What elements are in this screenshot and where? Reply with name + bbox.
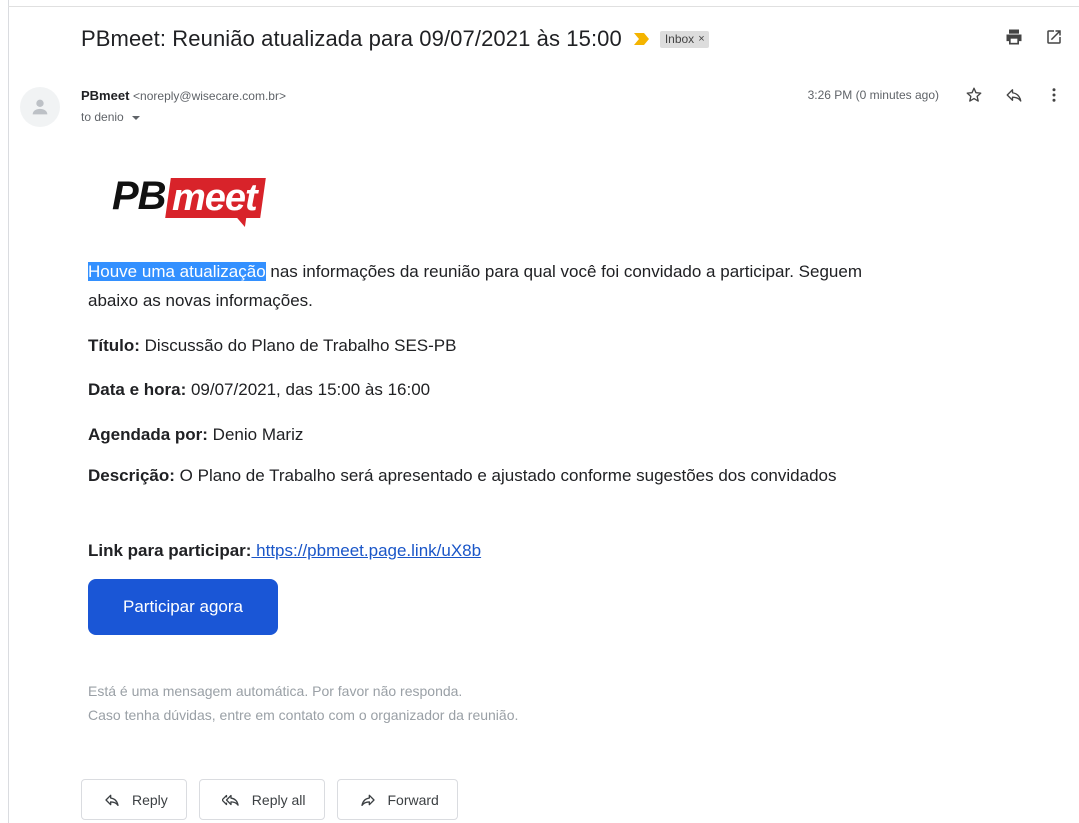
frame-border-top [8,6,1079,7]
sender-name[interactable]: PBmeet [81,88,129,103]
logo-meet-box: meet [164,177,266,227]
reply-arrow-icon [105,794,119,806]
scheduled-label: Agendada por: [88,425,208,444]
intro-paragraph: Houve uma atualização nas informações da… [88,257,878,315]
top-actions [1003,26,1065,48]
reply-all-arrow-icon [221,794,239,806]
more-options-icon[interactable] [1043,84,1065,106]
recipient-details-toggle[interactable]: to denio [81,110,140,124]
pbmeet-logo: PB meet [112,166,266,227]
frame-border-left [8,0,9,823]
recipient-text: to denio [81,110,124,124]
logo-part-meet: meet [171,177,257,219]
scheduled-by-field: Agendada por: Denio Mariz [88,420,303,449]
date-value: 09/07/2021, das 15:00 às 16:00 [186,380,431,399]
star-icon[interactable] [963,84,985,106]
reply-button[interactable]: Reply [81,779,187,820]
meeting-link[interactable]: https://pbmeet.page.link/uX8b [251,541,481,560]
footer-line-2: Caso tenha dúvidas, entre em contato com… [88,707,519,723]
scheduled-value: Denio Mariz [207,425,304,444]
importance-marker-icon[interactable] [633,32,650,46]
sender-line: PBmeet <noreply@wisecare.com.br> [81,88,286,103]
reply-icon[interactable] [1003,84,1025,106]
description-value: O Plano de Trabalho será apresentado e a… [174,466,837,485]
chevron-down-icon [131,115,140,120]
message-meta: 3:26 PM (0 minutes ago) [808,84,1065,106]
title-label: Título: [88,336,140,355]
print-icon[interactable] [1003,26,1025,48]
inbox-label-chip[interactable]: Inbox × [659,30,709,48]
forward-arrow-icon [360,794,375,806]
forward-button[interactable]: Forward [336,779,458,820]
meeting-title-field: Título: Discussão do Plano de Trabalho S… [88,331,457,360]
reply-all-label: Reply all [251,791,306,808]
logo-speech-tail [234,217,246,227]
inbox-label-text: Inbox [664,31,695,46]
logo-part-pb: PB [112,174,167,218]
description-label: Descrição: [88,466,175,485]
join-now-button[interactable]: Participar agora [88,579,278,635]
subject-row: PBmeet: Reunião atualizada para 09/07/20… [81,24,709,54]
date-label: Data e hora: [88,380,187,399]
footer-line-1: Está é uma mensagem automática. Por favo… [88,683,463,699]
remove-label-icon[interactable]: × [698,33,704,45]
forward-label: Forward [387,791,439,808]
link-label: Link para participar: [88,541,252,560]
open-in-new-window-icon[interactable] [1043,26,1065,48]
timestamp: 3:26 PM (0 minutes ago) [807,88,939,102]
automated-message-note: Está é uma mensagem automática. Por favo… [88,679,518,727]
email-subject: PBmeet: Reunião atualizada para 09/07/20… [81,26,622,51]
reply-all-button[interactable]: Reply all [198,779,325,820]
title-value: Discussão do Plano de Trabalho SES-PB [139,336,457,355]
highlighted-text: Houve uma atualização [88,262,266,281]
meeting-date-field: Data e hora: 09/07/2021, das 15:00 às 16… [88,375,430,404]
sender-email: <noreply@wisecare.com.br> [133,89,286,103]
sender-avatar[interactable] [20,87,60,127]
person-icon [32,99,48,115]
message-actions: Reply Reply all Forward [81,779,458,820]
description-field: Descrição: O Plano de Trabalho será apre… [88,461,878,490]
reply-label: Reply [132,791,168,808]
join-link-field: Link para participar: https://pbmeet.pag… [88,536,481,565]
